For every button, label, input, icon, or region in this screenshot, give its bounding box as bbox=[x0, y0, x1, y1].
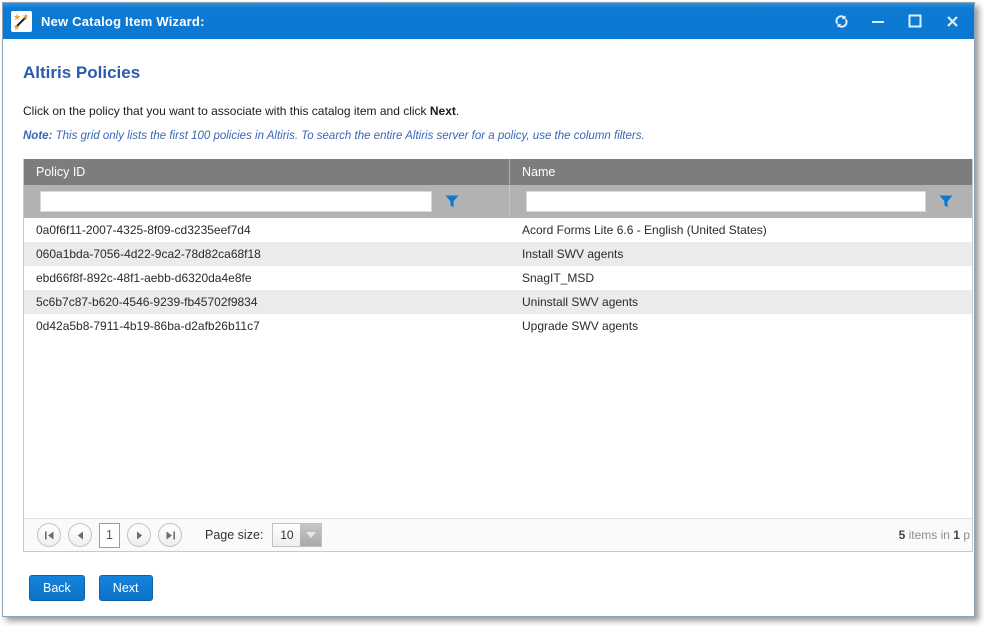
back-button[interactable]: Back bbox=[29, 575, 85, 601]
page-size-dropdown[interactable]: 10 bbox=[272, 523, 322, 547]
column-header-name[interactable]: Name bbox=[510, 159, 972, 185]
first-page-button[interactable] bbox=[37, 523, 61, 547]
refresh-icon[interactable] bbox=[833, 13, 849, 29]
instruction-next-keyword: Next bbox=[430, 104, 456, 118]
last-page-button[interactable] bbox=[158, 523, 182, 547]
grid-rows: 0a0f6f11-2007-4325-8f09-cd3235eef7d4Acor… bbox=[24, 218, 972, 338]
wizard-footer: Back Next bbox=[23, 575, 965, 601]
window-title: New Catalog Item Wizard: bbox=[41, 14, 205, 29]
svg-text:★: ★ bbox=[22, 12, 29, 21]
policy-id-cell[interactable]: 0a0f6f11-2007-4325-8f09-cd3235eef7d4 bbox=[24, 223, 510, 237]
policy-row[interactable]: 0a0f6f11-2007-4325-8f09-cd3235eef7d4Acor… bbox=[24, 218, 972, 242]
policy-id-cell[interactable]: ebd66f8f-892c-48f1-aebb-d6320da4e8fe bbox=[24, 271, 510, 285]
items-summary: 5 items in 1 p bbox=[899, 519, 970, 551]
next-page-button[interactable] bbox=[127, 523, 151, 547]
window-controls bbox=[833, 13, 960, 29]
minimize-icon[interactable] bbox=[870, 13, 886, 29]
name-filter-icon[interactable] bbox=[935, 191, 957, 213]
policy-id-filter-cell bbox=[24, 185, 510, 218]
svg-text:★: ★ bbox=[13, 12, 21, 22]
title-bar[interactable]: ★ ★ ★ New Catalog Item Wizard: bbox=[3, 3, 974, 39]
wizard-dialog: ★ ★ ★ New Catalog Item Wizard: bbox=[2, 2, 975, 617]
name-filter-input[interactable] bbox=[526, 191, 926, 212]
policy-name-cell[interactable]: Uninstall SWV agents bbox=[510, 295, 972, 309]
policy-name-cell[interactable]: Acord Forms Lite 6.6 - English (United S… bbox=[510, 223, 972, 237]
policy-row[interactable]: 0d42a5b8-7911-4b19-86ba-d2afb26b11c7Upgr… bbox=[24, 314, 972, 338]
wizard-content: Altiris Policies Click on the policy tha… bbox=[3, 39, 974, 616]
grid-pager: 1 Page size: 10 5 items in 1 p bbox=[24, 518, 972, 551]
close-icon[interactable] bbox=[944, 13, 960, 29]
wizard-app-icon: ★ ★ ★ bbox=[11, 11, 32, 32]
page-size-value: 10 bbox=[273, 524, 300, 546]
page-size-label: Page size: bbox=[205, 528, 263, 542]
instruction-text: Click on the policy that you want to ass… bbox=[23, 104, 965, 118]
note-text: Note: This grid only lists the first 100… bbox=[23, 130, 965, 142]
page-title: Altiris Policies bbox=[23, 63, 965, 83]
grid-empty-area bbox=[24, 338, 972, 518]
next-button[interactable]: Next bbox=[99, 575, 153, 601]
maximize-icon[interactable] bbox=[907, 13, 923, 29]
policy-id-cell[interactable]: 060a1bda-7056-4d22-9ca2-78d82ca68f18 bbox=[24, 247, 510, 261]
policy-id-filter-input[interactable] bbox=[40, 191, 432, 212]
policy-id-cell[interactable]: 5c6b7c87-b620-4546-9239-fb45702f9834 bbox=[24, 295, 510, 309]
current-page-indicator[interactable]: 1 bbox=[99, 523, 120, 548]
policies-grid: Policy ID Name bbox=[23, 159, 973, 552]
grid-filter-row bbox=[24, 185, 972, 218]
column-header-policy-id[interactable]: Policy ID bbox=[24, 159, 510, 185]
policy-row[interactable]: ebd66f8f-892c-48f1-aebb-d6320da4e8feSnag… bbox=[24, 266, 972, 290]
chevron-down-icon[interactable] bbox=[300, 524, 321, 546]
policy-row[interactable]: 060a1bda-7056-4d22-9ca2-78d82ca68f18Inst… bbox=[24, 242, 972, 266]
grid-header-row: Policy ID Name bbox=[24, 159, 972, 185]
name-filter-cell bbox=[510, 185, 972, 218]
policy-name-cell[interactable]: SnagIT_MSD bbox=[510, 271, 972, 285]
policy-name-cell[interactable]: Upgrade SWV agents bbox=[510, 319, 972, 333]
previous-page-button[interactable] bbox=[68, 523, 92, 547]
policy-row[interactable]: 5c6b7c87-b620-4546-9239-fb45702f9834Unin… bbox=[24, 290, 972, 314]
policy-id-cell[interactable]: 0d42a5b8-7911-4b19-86ba-d2afb26b11c7 bbox=[24, 319, 510, 333]
policy-name-cell[interactable]: Install SWV agents bbox=[510, 247, 972, 261]
policy-id-filter-icon[interactable] bbox=[441, 191, 463, 213]
svg-text:★: ★ bbox=[13, 23, 20, 32]
